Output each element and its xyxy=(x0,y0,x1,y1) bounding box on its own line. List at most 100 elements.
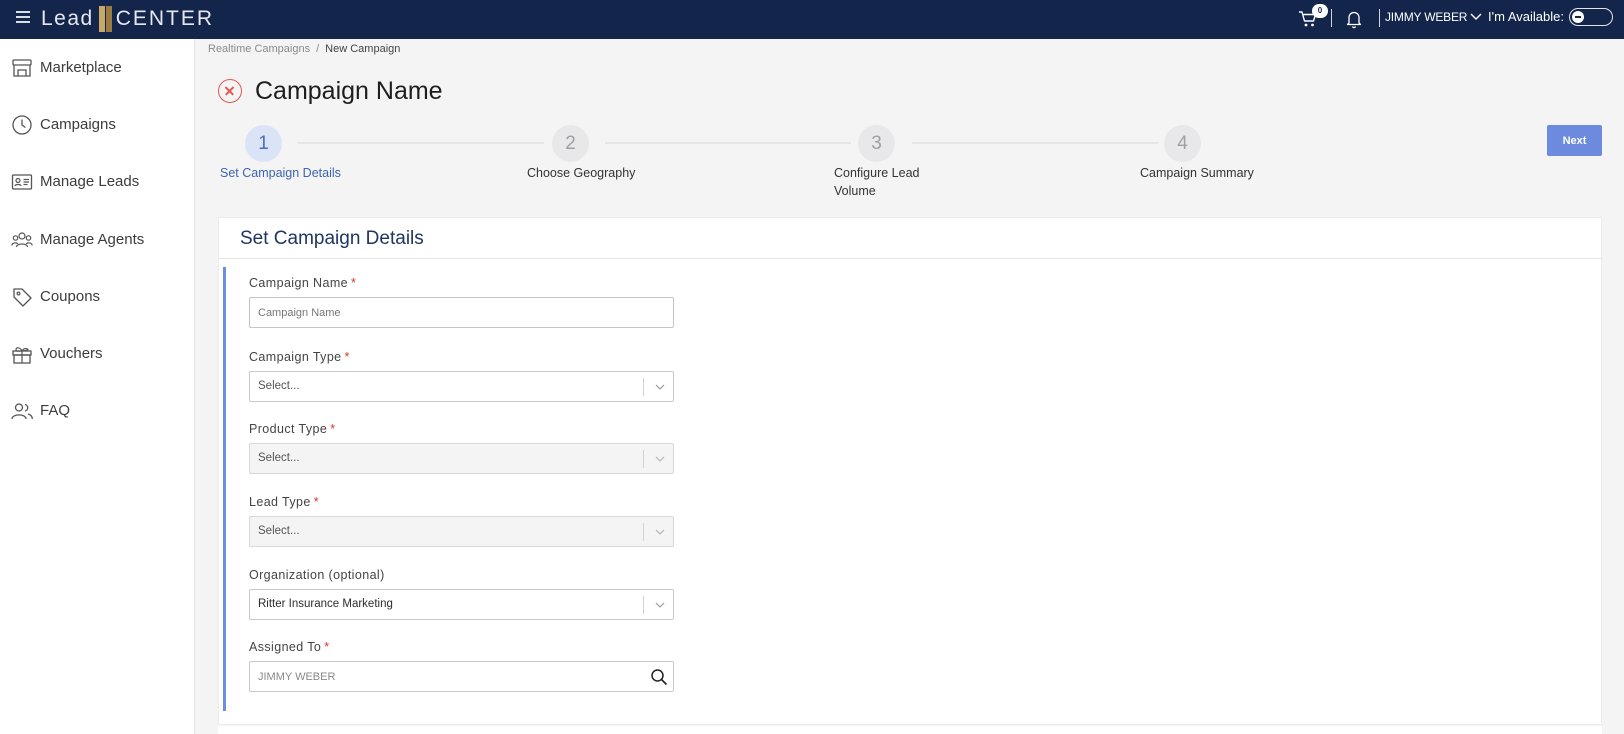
next-button[interactable]: Next xyxy=(1547,125,1602,156)
sidebar-item-marketplace[interactable]: Marketplace xyxy=(0,48,195,88)
chevron-down-icon xyxy=(655,529,665,535)
breadcrumb-current: New Campaign xyxy=(325,43,401,55)
step-connector xyxy=(605,142,851,144)
chevron-down-icon xyxy=(655,384,665,390)
toggle-knob xyxy=(1572,11,1584,23)
lead-type-select[interactable]: Select... xyxy=(249,516,674,547)
user-menu[interactable]: JIMMY WEBER xyxy=(1385,10,1482,24)
logo-lead-text: Lead xyxy=(41,7,94,30)
sidebar-item-label: Coupons xyxy=(40,288,101,305)
availability-toggle[interactable] xyxy=(1569,8,1613,26)
breadcrumb-realtime-campaigns[interactable]: Realtime Campaigns xyxy=(208,43,310,55)
select-separator xyxy=(643,596,644,614)
breadcrumb-separator: / xyxy=(316,43,320,55)
sidebar-item-label: FAQ xyxy=(40,402,71,419)
select-separator xyxy=(643,378,644,396)
select-value: Select... xyxy=(258,380,300,392)
field-label-text: Assigned To xyxy=(249,640,322,654)
hamburger-menu-icon[interactable] xyxy=(16,11,30,23)
accent-bar xyxy=(223,267,226,711)
top-navbar: Lead CENTER 0 JIMMY WEBER I'm Available: xyxy=(0,0,1624,39)
next-card-edge xyxy=(218,726,1602,734)
assigned-to-label: Assigned To * xyxy=(249,640,330,654)
sidebar-item-label: Vouchers xyxy=(40,345,103,362)
search-icon[interactable] xyxy=(650,668,668,686)
sidebar-item-label: Marketplace xyxy=(40,59,122,76)
divider xyxy=(1379,9,1380,27)
sidebar-item-coupons[interactable]: Coupons xyxy=(0,277,195,317)
lead-center-logo[interactable]: Lead CENTER xyxy=(41,5,214,33)
campaign-name-input[interactable] xyxy=(249,297,674,328)
required-marker: * xyxy=(351,276,357,290)
gift-icon xyxy=(12,347,32,364)
breadcrumb: Realtime Campaigns / New Campaign xyxy=(208,43,400,55)
step-1-circle[interactable]: 1 xyxy=(245,125,282,162)
campaign-details-card: Set Campaign Details Campaign Name * Camp… xyxy=(218,217,1603,725)
required-marker: * xyxy=(313,495,320,509)
step-connector xyxy=(298,142,544,144)
divider xyxy=(219,258,1603,259)
sidebar-item-label: Manage Leads xyxy=(40,173,140,190)
select-separator xyxy=(643,450,644,468)
step-4-circle[interactable]: 4 xyxy=(1164,125,1201,162)
cart-count-badge: 0 xyxy=(1312,4,1328,18)
step-connector xyxy=(912,142,1158,144)
sidebar-item-label: Manage Agents xyxy=(40,231,145,248)
field-label-text: Lead Type xyxy=(249,495,311,509)
required-marker: * xyxy=(330,422,336,436)
sidebar-item-faq[interactable]: FAQ xyxy=(0,391,195,431)
step-3-label: Configure Lead Volume xyxy=(834,164,919,200)
assigned-to-search-input[interactable]: JIMMY WEBER xyxy=(249,661,674,692)
sidebar-item-campaigns[interactable]: Campaigns xyxy=(0,105,195,145)
section-title: Set Campaign Details xyxy=(240,228,424,249)
select-separator xyxy=(643,523,644,541)
step-3-label-line2: Volume xyxy=(834,184,876,198)
required-marker: * xyxy=(324,640,330,654)
campaign-type-select[interactable]: Select... xyxy=(249,371,674,402)
campaign-type-label: Campaign Type * xyxy=(249,350,350,364)
sidebar-item-label: Campaigns xyxy=(40,116,116,133)
field-label-text: Campaign Type xyxy=(249,350,342,364)
assigned-to-value: JIMMY WEBER xyxy=(258,671,336,683)
notification-bell-icon[interactable] xyxy=(1345,9,1363,29)
product-type-label: Product Type * xyxy=(249,422,336,436)
select-value: Select... xyxy=(258,452,300,464)
id-card-icon xyxy=(11,174,33,190)
user-name: JIMMY WEBER xyxy=(1385,10,1468,24)
agents-icon xyxy=(11,232,33,248)
step-2-circle[interactable]: 2 xyxy=(552,125,589,162)
campaign-name-label: Campaign Name * xyxy=(249,276,356,290)
sidebar-item-manage-leads[interactable]: Manage Leads xyxy=(0,162,195,202)
page-title: Campaign Name xyxy=(255,77,443,105)
lead-type-label: Lead Type * xyxy=(249,495,319,509)
select-value: Select... xyxy=(258,525,300,537)
logo-mark-icon xyxy=(96,5,114,33)
product-type-select[interactable]: Select... xyxy=(249,443,674,474)
field-label-text: Product Type xyxy=(249,422,328,436)
clock-icon xyxy=(12,115,32,135)
organization-select[interactable]: Ritter Insurance Marketing xyxy=(249,589,674,620)
step-2-label: Choose Geography xyxy=(527,166,636,180)
sidebar-item-manage-agents[interactable]: Manage Agents xyxy=(0,220,195,260)
logo-center-text: CENTER xyxy=(115,7,215,30)
required-marker: * xyxy=(344,350,350,364)
step-3-circle[interactable]: 3 xyxy=(858,125,895,162)
organization-label: Organization (optional) xyxy=(249,568,385,582)
store-icon xyxy=(12,59,32,77)
sidebar: Marketplace Campaigns Manage Leads Manag… xyxy=(0,39,195,734)
availability-label: I'm Available: xyxy=(1488,9,1564,24)
users-icon xyxy=(11,403,33,420)
select-value: Ritter Insurance Marketing xyxy=(258,598,393,610)
step-1-label: Set Campaign Details xyxy=(220,166,341,180)
close-icon[interactable] xyxy=(218,79,242,103)
tag-icon xyxy=(13,288,32,307)
chevron-down-icon xyxy=(655,602,665,608)
step-4-label: Campaign Summary xyxy=(1140,166,1254,180)
field-label-text: Organization (optional) xyxy=(249,568,385,582)
chevron-down-icon xyxy=(1470,13,1482,20)
divider xyxy=(1331,9,1332,27)
field-label-text: Campaign Name xyxy=(249,276,348,290)
step-3-label-line1: Configure Lead xyxy=(834,166,920,180)
chevron-down-icon xyxy=(655,456,665,462)
sidebar-item-vouchers[interactable]: Vouchers xyxy=(0,334,195,374)
